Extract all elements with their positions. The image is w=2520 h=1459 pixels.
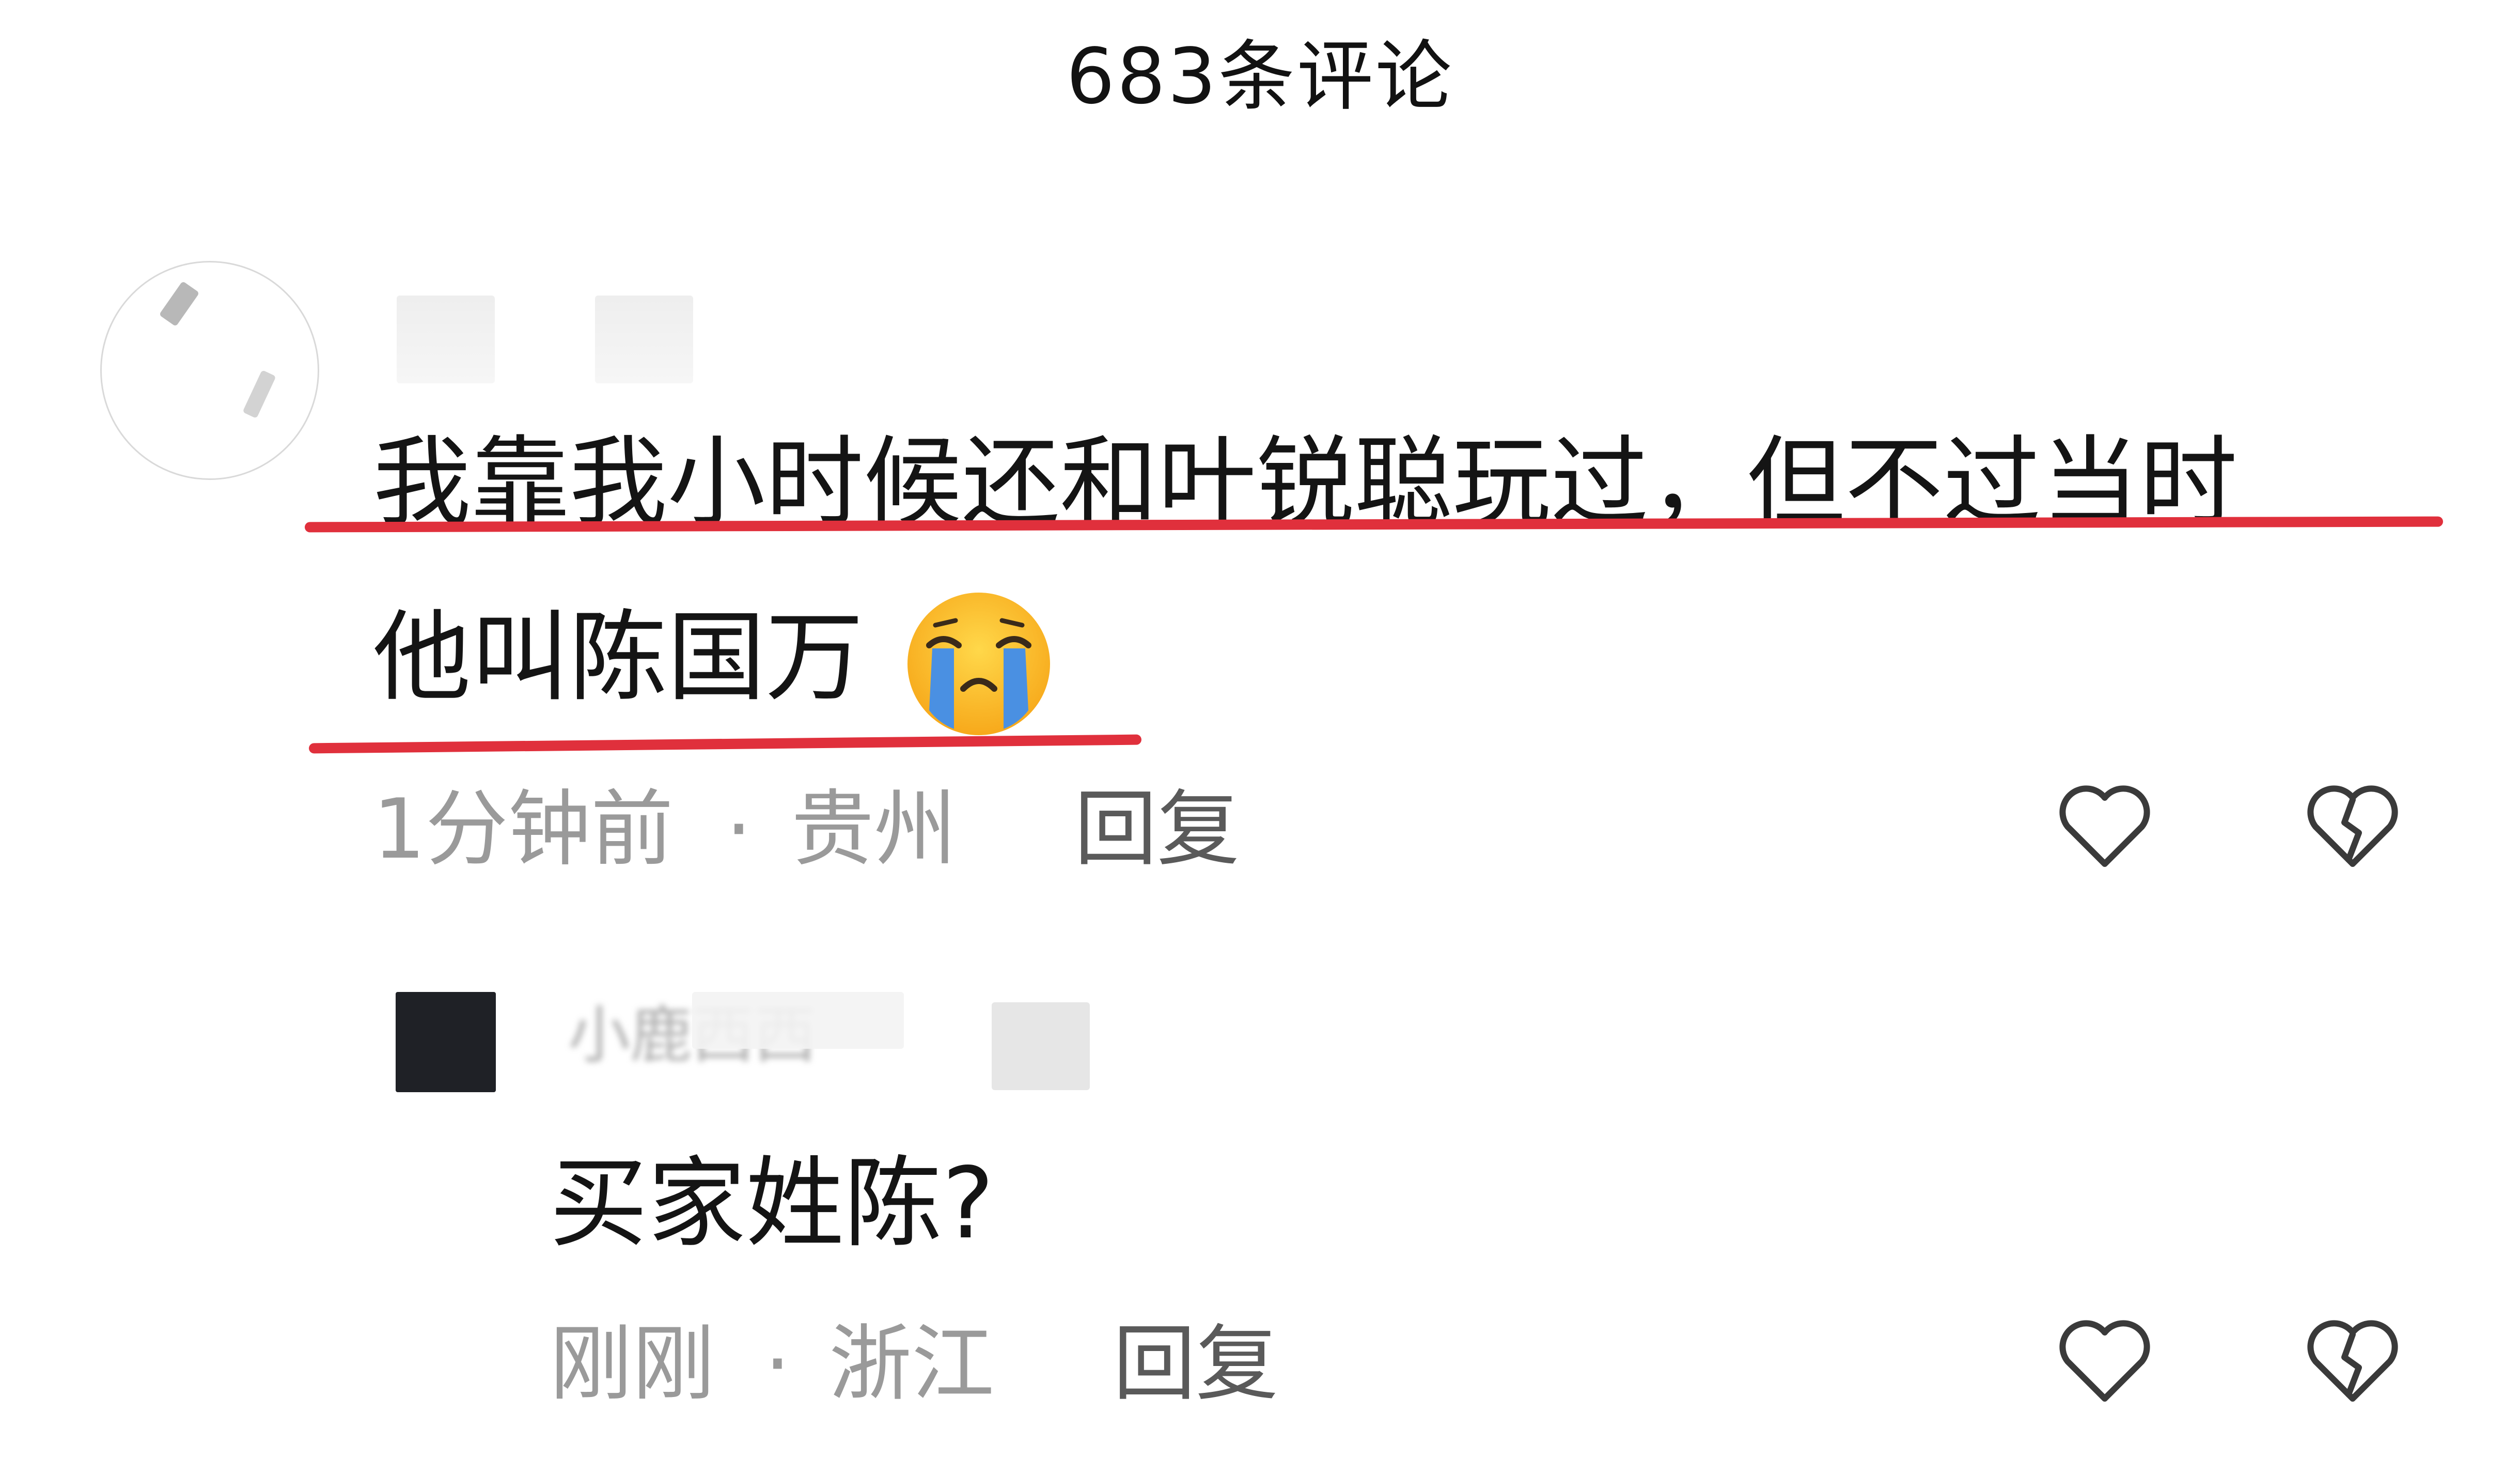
heart-outline-icon[interactable] [2053, 775, 2156, 878]
username-redacted-block [595, 296, 693, 383]
loudly-crying-face-icon [907, 593, 1050, 735]
comment-time: 1分钟前 [373, 781, 674, 877]
broken-heart-icon[interactable] [2301, 1310, 2404, 1413]
heart-outline-icon[interactable] [2053, 1310, 2156, 1413]
broken-heart-icon[interactable] [2301, 775, 2404, 878]
avatar[interactable] [100, 261, 319, 480]
comment-time: 刚刚 [550, 1315, 715, 1412]
red-underline [308, 734, 1142, 754]
comment-location: 浙江 [829, 1315, 995, 1412]
username-redacted-block [397, 296, 495, 383]
username-redacted-block [992, 1002, 1090, 1090]
username-redacted-block [692, 992, 904, 1049]
page-title: 683条评论 [1066, 32, 1454, 121]
reply-button[interactable]: 回复 [1074, 778, 1240, 881]
comment-location: 贵州 [791, 781, 957, 877]
reply-comment-text: 买家姓陈? [550, 1146, 994, 1261]
reply-button[interactable]: 回复 [1113, 1312, 1278, 1416]
meta-separator: · [726, 781, 752, 877]
comment-text-line-2: 他叫陈国万 [373, 600, 864, 715]
meta-separator: · [764, 1315, 791, 1412]
avatar[interactable] [396, 992, 496, 1092]
